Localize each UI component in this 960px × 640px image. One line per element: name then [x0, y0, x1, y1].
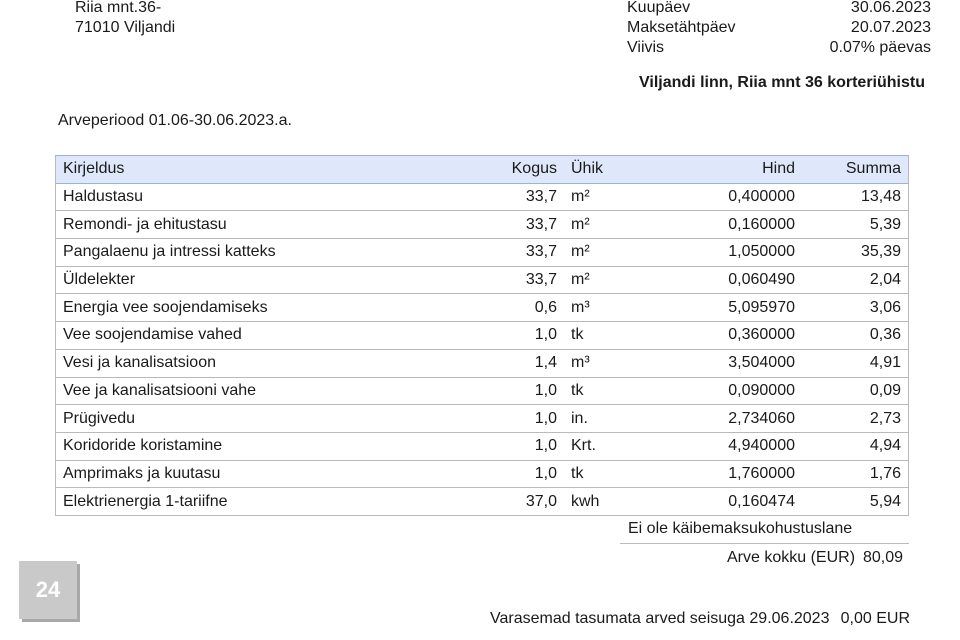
due-date-value: 20.07.2023: [850, 19, 931, 36]
cell-description: Pangalaenu ja intressi katteks: [55, 238, 470, 267]
cell-sum: 3,06: [802, 293, 909, 323]
cell-quantity: 1,0: [470, 432, 564, 461]
cell-price: 0,160474: [638, 487, 802, 516]
previous-unpaid-value: 0,00 EUR: [840, 610, 910, 627]
date-label: Kuupäev: [627, 0, 691, 16]
header-price: Hind: [638, 155, 802, 184]
cell-sum: 35,39: [802, 238, 909, 267]
cell-sum: 13,48: [802, 183, 909, 212]
table-header-row: Kirjeldus Kogus Ühik Hind Summa: [55, 155, 909, 184]
penalty-label: Viivis: [627, 39, 665, 56]
cell-quantity: 33,7: [470, 238, 564, 267]
cell-description: Elektrienergia 1-tariifne: [55, 487, 470, 516]
page-badge: 24: [19, 561, 77, 619]
cell-sum: 4,91: [802, 349, 909, 378]
table-row: Üldelekter 33,7 m² 0,060490 2,04: [55, 266, 909, 295]
cell-description: Vesi ja kanalisatsioon: [55, 349, 470, 378]
date-value: 30.06.2023: [850, 0, 931, 16]
table-row: Remondi- ja ehitustasu 33,7 m² 0,160000 5,39: [55, 210, 909, 240]
cell-description: Haldustasu: [55, 183, 470, 212]
cell-price: 3,504000: [638, 349, 802, 378]
table-row: Koridoride koristamine 1,0 Krt. 4,940000 4,9…: [55, 432, 909, 461]
cell-unit: tk: [564, 321, 638, 350]
cell-quantity: 1,0: [470, 404, 564, 433]
header-description: Kirjeldus: [55, 155, 470, 184]
total-label: Arve kokku (EUR): [727, 549, 856, 566]
address-line-2: 71010 Viljandi: [75, 19, 176, 36]
cell-price: 5,095970: [638, 293, 802, 323]
cell-quantity: 33,7: [470, 183, 564, 212]
previous-unpaid-label: Varasemad tasumata arved seisuga 29.06.2…: [490, 610, 830, 627]
cell-sum: 2,73: [802, 404, 909, 433]
cell-quantity: 1,0: [470, 377, 564, 406]
cell-quantity: 33,7: [470, 266, 564, 295]
header-quantity: Kogus: [470, 155, 564, 184]
cell-unit: m²: [564, 238, 638, 267]
table-row: Prügivedu 1,0 in. 2,734060 2,73: [55, 404, 909, 433]
cell-price: 0,060490: [638, 266, 802, 295]
association-name: Viljandi linn, Riia mnt 36 korteriühistu: [639, 74, 925, 91]
billing-period: Arveperiood 01.06-30.06.2023.a.: [58, 112, 292, 129]
total-value: 80,09: [862, 549, 903, 566]
cell-description: Energia vee soojendamiseks: [55, 293, 470, 323]
cell-quantity: 37,0: [470, 487, 564, 516]
cell-unit: kwh: [564, 487, 638, 516]
invoice-meta-labels: Kuupäev Maksetähtpäev Viivis: [627, 0, 736, 58]
header-unit: Ühik: [564, 155, 638, 184]
cell-price: 2,734060: [638, 404, 802, 433]
cell-quantity: 1,4: [470, 349, 564, 378]
cell-sum: 2,04: [802, 266, 909, 295]
cell-unit: m²: [564, 183, 638, 212]
cell-description: Prügivedu: [55, 404, 470, 433]
cell-unit: m³: [564, 293, 638, 323]
total-divider: [620, 543, 909, 544]
cell-quantity: 33,7: [470, 210, 564, 240]
cell-unit: tk: [564, 377, 638, 406]
table-row: Haldustasu 33,7 m² 0,400000 13,48: [55, 183, 909, 212]
cell-price: 0,090000: [638, 377, 802, 406]
cell-description: Vee ja kanalisatsiooni vahe: [55, 377, 470, 406]
invoice-table: Kirjeldus Kogus Ühik Hind Summa Haldusta…: [55, 155, 909, 516]
cell-price: 0,360000: [638, 321, 802, 350]
cell-unit: tk: [564, 460, 638, 489]
cell-sum: 4,94: [802, 432, 909, 461]
cell-unit: m³: [564, 349, 638, 378]
address-line-1: Riia mnt.36-: [75, 0, 162, 16]
cell-quantity: 0,6: [470, 293, 564, 323]
table-row: Vee soojendamise vahed 1,0 tk 0,360000 0,36: [55, 321, 909, 350]
cell-quantity: 1,0: [470, 321, 564, 350]
cell-price: 1,760000: [638, 460, 802, 489]
cell-sum: 5,94: [802, 487, 909, 516]
cell-quantity: 1,0: [470, 460, 564, 489]
table-row: Vesi ja kanalisatsioon 1,4 m³ 3,504000 4,91: [55, 349, 909, 378]
cell-price: 0,160000: [638, 210, 802, 240]
cell-unit: m²: [564, 210, 638, 240]
table-row: Energia vee soojendamiseks 0,6 m³ 5,095970 3…: [55, 293, 909, 323]
cell-sum: 1,76: [802, 460, 909, 489]
cell-price: 4,940000: [638, 432, 802, 461]
table-row: Elektrienergia 1-tariifne 37,0 kwh 0,160474…: [55, 487, 909, 516]
table-row: Vee ja kanalisatsiooni vahe 1,0 tk 0,090000…: [55, 377, 909, 406]
cell-description: Üldelekter: [55, 266, 470, 295]
cell-description: Remondi- ja ehitustasu: [55, 210, 470, 240]
table-row: Pangalaenu ja intressi katteks 33,7 m² 1,05…: [55, 238, 909, 267]
invoice-meta-values: 30.06.2023 20.07.2023 0.07% päevas: [830, 0, 931, 58]
cell-price: 1,050000: [638, 238, 802, 267]
cell-price: 0,400000: [638, 183, 802, 212]
cell-unit: Krt.: [564, 432, 638, 461]
header-sum: Summa: [802, 155, 909, 184]
cell-description: Amprimaks ja kuutasu: [55, 460, 470, 489]
cell-sum: 0,36: [802, 321, 909, 350]
vat-note: Ei ole käibemaksukohustuslane: [628, 520, 853, 537]
cell-description: Koridoride koristamine: [55, 432, 470, 461]
penalty-value: 0.07% päevas: [829, 39, 931, 56]
cell-description: Vee soojendamise vahed: [55, 321, 470, 350]
cell-sum: 5,39: [802, 210, 909, 240]
cell-unit: m²: [564, 266, 638, 295]
recipient-address: Riia mnt.36- 71010 Viljandi: [75, 0, 175, 38]
due-date-label: Maksetähtpäev: [627, 19, 736, 36]
cell-unit: in.: [564, 404, 638, 433]
cell-sum: 0,09: [802, 377, 909, 406]
table-row: Amprimaks ja kuutasu 1,0 tk 1,760000 1,76: [55, 460, 909, 489]
